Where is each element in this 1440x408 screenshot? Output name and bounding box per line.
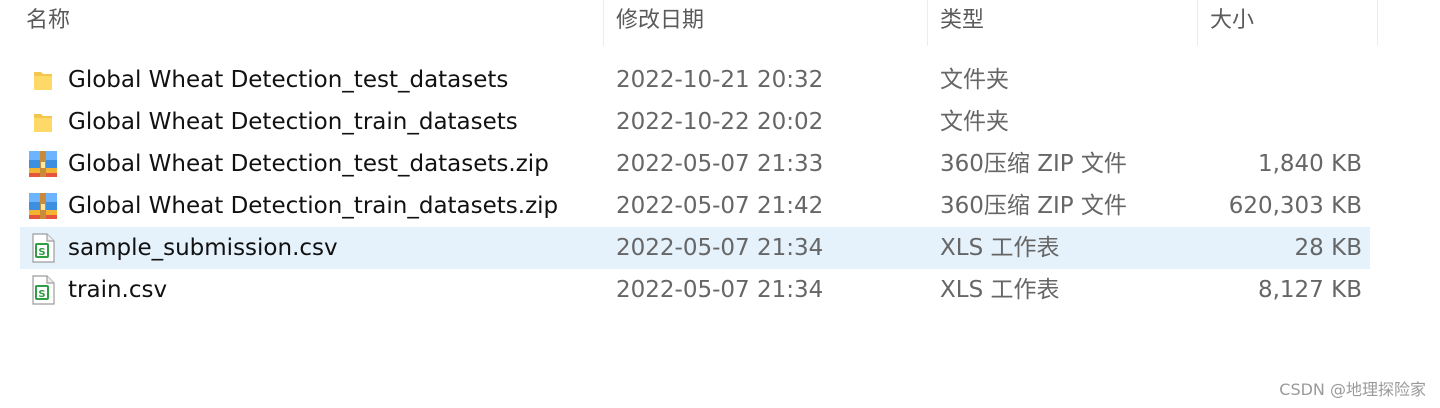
column-header-name[interactable]: 名称 bbox=[14, 0, 604, 46]
folder-icon bbox=[26, 59, 60, 101]
file-date: 2022-10-21 20:32 bbox=[616, 67, 824, 93]
file-list: Global Wheat Detection_test_datasets 202… bbox=[20, 59, 1370, 311]
zip-archive-icon bbox=[26, 185, 60, 227]
folder-icon bbox=[26, 101, 60, 143]
file-name: Global Wheat Detection_train_datasets.zi… bbox=[68, 193, 559, 219]
file-size: 1,840 KB bbox=[1257, 151, 1362, 177]
file-row[interactable]: Global Wheat Detection_test_datasets.zip… bbox=[20, 143, 1370, 185]
spreadsheet-icon: S bbox=[26, 227, 60, 269]
file-type: XLS 工作表 bbox=[940, 235, 1060, 261]
file-name: Global Wheat Detection_test_datasets bbox=[68, 67, 509, 93]
file-date: 2022-05-07 21:33 bbox=[616, 151, 824, 177]
file-type: 文件夹 bbox=[940, 67, 1009, 93]
svg-text:S: S bbox=[38, 289, 45, 300]
file-name: Global Wheat Detection_train_datasets bbox=[68, 109, 518, 135]
file-date: 2022-05-07 21:42 bbox=[616, 193, 824, 219]
file-row[interactable]: Global Wheat Detection_train_datasets.zi… bbox=[20, 185, 1370, 227]
file-name: train.csv bbox=[68, 277, 168, 303]
file-row[interactable]: Global Wheat Detection_test_datasets 202… bbox=[20, 59, 1370, 101]
file-name: sample_submission.csv bbox=[68, 235, 338, 261]
file-size: 8,127 KB bbox=[1257, 277, 1362, 303]
file-type: XLS 工作表 bbox=[940, 277, 1060, 303]
column-header-size[interactable]: 大小 bbox=[1198, 0, 1378, 46]
file-row[interactable]: S train.csv 2022-05-07 21:34 XLS 工作表 8,1… bbox=[20, 269, 1370, 311]
file-date: 2022-05-07 21:34 bbox=[616, 277, 824, 303]
file-row[interactable]: Global Wheat Detection_train_datasets 20… bbox=[20, 101, 1370, 143]
file-type: 文件夹 bbox=[940, 109, 1009, 135]
file-type: 360压缩 ZIP 文件 bbox=[940, 193, 1127, 219]
column-header: 名称 修改日期 类型 大小 bbox=[0, 0, 1440, 46]
column-header-type[interactable]: 类型 bbox=[928, 0, 1198, 46]
file-date: 2022-05-07 21:34 bbox=[616, 235, 824, 261]
file-size: 28 KB bbox=[1294, 235, 1362, 261]
file-row-selected[interactable]: S sample_submission.csv 2022-05-07 21:34… bbox=[20, 227, 1370, 269]
watermark: CSDN @地理探险家 bbox=[1279, 380, 1426, 399]
zip-archive-icon bbox=[26, 143, 60, 185]
svg-text:S: S bbox=[38, 247, 45, 258]
file-type: 360压缩 ZIP 文件 bbox=[940, 151, 1127, 177]
spreadsheet-icon: S bbox=[26, 269, 60, 311]
file-date: 2022-10-22 20:02 bbox=[616, 109, 824, 135]
file-name: Global Wheat Detection_test_datasets.zip bbox=[68, 151, 549, 177]
file-size: 620,303 KB bbox=[1228, 193, 1362, 219]
column-header-date-modified[interactable]: 修改日期 bbox=[604, 0, 928, 46]
